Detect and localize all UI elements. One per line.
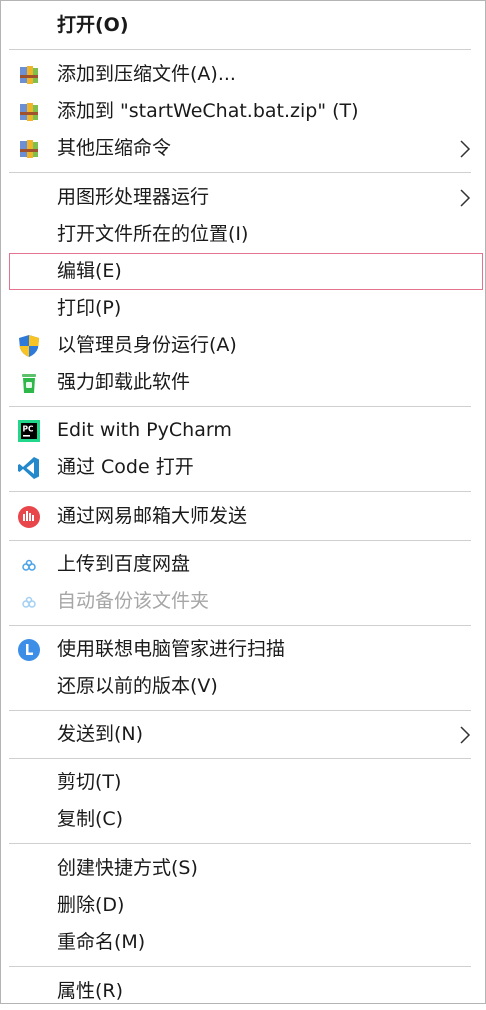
menu-item-open-location[interactable]: 打开文件所在的位置(I) — [9, 216, 483, 253]
menu-item-label: 通过 Code 打开 — [57, 456, 194, 478]
menu-item-label: 剪切(T) — [57, 771, 122, 793]
menu-item-label: 打印(P) — [57, 297, 122, 319]
menu-item-label: 以管理员身份运行(A) — [57, 334, 237, 356]
menu-separator — [9, 625, 471, 626]
menu-item-send-netease[interactable]: 通过网易邮箱大师发送 — [9, 498, 483, 535]
menu-item-label: 还原以前的版本(V) — [57, 675, 218, 697]
menu-item-label: 打开文件所在的位置(I) — [57, 223, 249, 245]
trash-icon — [17, 371, 41, 395]
menu-item-open-code[interactable]: 通过 Code 打开 — [9, 449, 483, 486]
context-menu: 打开(O) 添加到压缩文件(A)... 添加到 "startWeChat.bat… — [0, 0, 486, 1004]
winrar-icon — [17, 63, 41, 87]
menu-separator — [9, 843, 471, 844]
menu-item-cut[interactable]: 剪切(T) — [9, 764, 483, 801]
chevron-right-icon — [457, 188, 473, 208]
winrar-icon — [17, 137, 41, 161]
menu-item-copy[interactable]: 复制(C) — [9, 801, 483, 838]
menu-item-label: 打开(O) — [57, 14, 129, 36]
menu-item-restore-prev[interactable]: 还原以前的版本(V) — [9, 668, 483, 705]
menu-item-run-gpu[interactable]: 用图形处理器运行 — [9, 179, 483, 216]
menu-item-add-to-zip[interactable]: 添加到 "startWeChat.bat.zip" (T) — [9, 93, 483, 130]
svg-text:PC: PC — [23, 425, 34, 434]
vscode-icon — [17, 456, 41, 480]
menu-item-send-to[interactable]: 发送到(N) — [9, 716, 483, 753]
menu-item-edit[interactable]: 编辑(E) — [9, 253, 483, 290]
menu-item-label: 通过网易邮箱大师发送 — [57, 505, 248, 527]
menu-item-edit-pycharm[interactable]: PC Edit with PyCharm — [9, 412, 483, 449]
menu-separator — [9, 49, 471, 50]
winrar-icon — [17, 100, 41, 124]
menu-separator — [9, 172, 471, 173]
menu-item-label: 强力卸载此软件 — [57, 371, 191, 393]
menu-item-open[interactable]: 打开(O) — [9, 7, 483, 44]
menu-item-label: 复制(C) — [57, 808, 124, 830]
menu-item-label: 删除(D) — [57, 894, 125, 916]
menu-separator — [9, 491, 471, 492]
menu-separator — [9, 540, 471, 541]
menu-item-run-admin[interactable]: 以管理员身份运行(A) — [9, 327, 483, 364]
menu-item-add-archive[interactable]: 添加到压缩文件(A)... — [9, 56, 483, 93]
menu-item-label: 添加到 "startWeChat.bat.zip" (T) — [57, 100, 359, 122]
menu-item-label: 自动备份该文件夹 — [57, 590, 210, 612]
chevron-right-icon — [457, 139, 473, 159]
menu-separator — [9, 758, 471, 759]
menu-item-label: Edit with PyCharm — [57, 419, 232, 441]
menu-item-label: 重命名(M) — [57, 931, 146, 953]
menu-item-upload-baidu[interactable]: 上传到百度网盘 — [9, 546, 483, 583]
menu-separator — [9, 406, 471, 407]
menu-separator — [9, 966, 471, 967]
menu-item-create-shortcut[interactable]: 创建快捷方式(S) — [9, 850, 483, 887]
menu-item-label: 添加到压缩文件(A)... — [57, 63, 236, 85]
pycharm-icon: PC — [17, 419, 41, 443]
menu-item-label: 用图形处理器运行 — [57, 186, 210, 208]
chevron-right-icon — [457, 725, 473, 745]
netease-mail-icon — [17, 505, 41, 529]
menu-separator — [9, 710, 471, 711]
uac-shield-icon — [17, 334, 41, 358]
menu-item-auto-backup[interactable]: 自动备份该文件夹 — [9, 583, 483, 620]
menu-item-label: 属性(R) — [57, 980, 124, 1002]
menu-item-label: 发送到(N) — [57, 723, 144, 745]
menu-item-lenovo-scan[interactable]: 使用联想电脑管家进行扫描 — [9, 631, 483, 668]
menu-item-other-compress[interactable]: 其他压缩命令 — [9, 130, 483, 167]
menu-item-label: 创建快捷方式(S) — [57, 857, 198, 879]
baidu-netdisk-icon — [17, 590, 41, 614]
baidu-netdisk-icon — [17, 553, 41, 577]
menu-item-properties[interactable]: 属性(R) — [9, 973, 483, 1010]
menu-item-label: 其他压缩命令 — [57, 137, 172, 159]
menu-item-label: 使用联想电脑管家进行扫描 — [57, 638, 286, 660]
lenovo-manager-icon — [17, 638, 41, 662]
menu-item-force-uninstall[interactable]: 强力卸载此软件 — [9, 364, 483, 401]
menu-item-label: 编辑(E) — [57, 260, 122, 282]
menu-item-delete[interactable]: 删除(D) — [9, 887, 483, 924]
menu-item-rename[interactable]: 重命名(M) — [9, 924, 483, 961]
menu-item-print[interactable]: 打印(P) — [9, 290, 483, 327]
menu-item-label: 上传到百度网盘 — [57, 553, 191, 575]
